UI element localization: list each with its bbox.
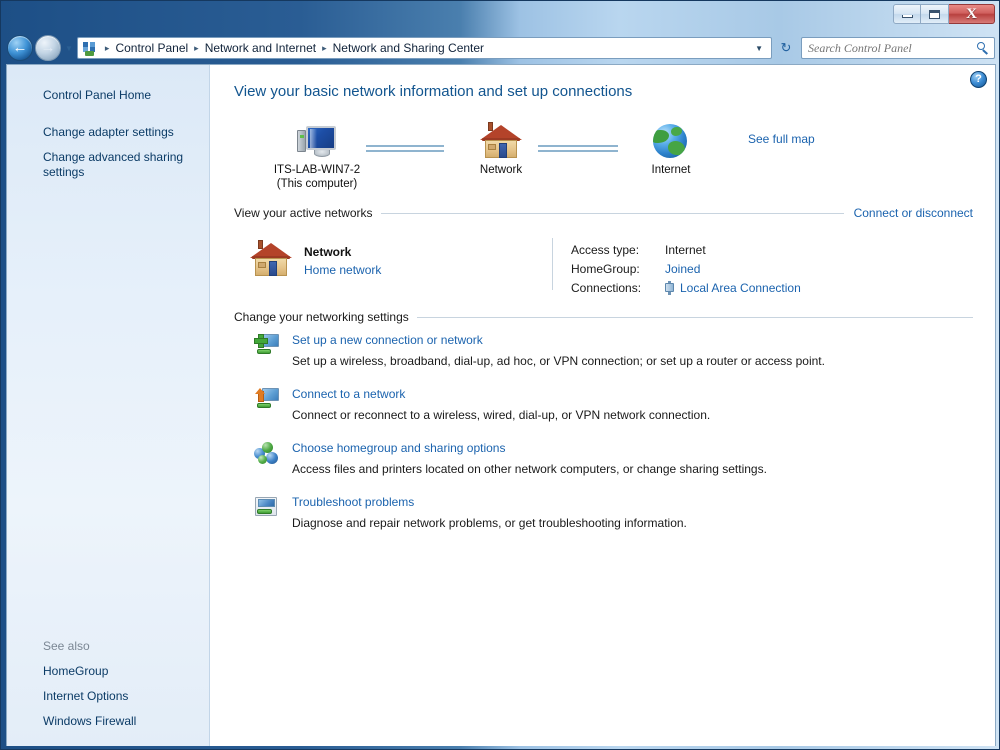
computer-icon [252, 118, 382, 160]
address-toolbar: ← → ▼ ▸ Control Panel ▸ Network and Inte… [1, 32, 999, 64]
house-icon [250, 240, 292, 278]
house-icon [446, 118, 556, 160]
setting-link[interactable]: Set up a new connection or network [292, 332, 825, 349]
setting-link[interactable]: Choose homegroup and sharing options [292, 440, 767, 457]
sidebar-item-change-advanced-sharing-settings[interactable]: Change advanced sharing settings [7, 145, 209, 185]
breadcrumb-network-and-sharing-center[interactable]: Network and Sharing Center [331, 40, 486, 56]
setting-description: Access files and printers located on oth… [292, 462, 767, 476]
address-dropdown-chevron-down-icon[interactable]: ▼ [749, 44, 769, 53]
active-network-type-link[interactable]: Home network [304, 261, 552, 279]
active-network-row: Network Home network Access type: Intern… [234, 228, 973, 300]
network-map: ITS-LAB-WIN7-2 (This computer) Network I… [234, 118, 973, 196]
property-value: Internet [665, 242, 706, 257]
see-also-title: See also [43, 639, 90, 653]
header-rule [416, 316, 973, 318]
forward-button[interactable]: → [35, 35, 61, 61]
breadcrumb-control-panel[interactable]: Control Panel [113, 40, 190, 56]
networking-settings-heading: Change your networking settings [234, 310, 409, 324]
sidebar-item-homegroup[interactable]: HomeGroup [7, 659, 209, 684]
minimize-icon [901, 15, 913, 18]
connect-network-icon [254, 386, 288, 412]
refresh-icon: ↻ [780, 40, 792, 55]
map-computer-name: ITS-LAB-WIN7-2 [273, 164, 361, 176]
property-row-access-type: Access type: Internet [571, 240, 801, 259]
setting-item-connect-to-network[interactable]: Connect to a network Connect or reconnec… [254, 386, 973, 424]
map-network-label: Network [479, 164, 523, 176]
title-bar: X [1, 1, 999, 32]
map-internet-label: Internet [651, 164, 691, 176]
close-icon: X [966, 5, 977, 22]
active-networks-heading: View your active networks [234, 206, 373, 220]
breadcrumb-network-and-internet[interactable]: Network and Internet [203, 40, 318, 56]
close-button[interactable]: X [949, 4, 995, 24]
globe-icon [616, 118, 726, 160]
setting-item-troubleshoot[interactable]: Troubleshoot problems Diagnose and repai… [254, 494, 973, 532]
active-network-names: Network Home network [304, 236, 552, 279]
window-content: Control Panel Home Change adapter settin… [6, 64, 996, 746]
setting-description: Diagnose and repair network problems, or… [292, 516, 687, 530]
back-button[interactable]: ← [7, 35, 33, 61]
property-row-homegroup: HomeGroup: Joined [571, 259, 801, 278]
main-pane: ? View your basic network information an… [210, 65, 995, 746]
minimize-button[interactable] [893, 4, 921, 24]
search-input[interactable] [808, 40, 977, 56]
property-label: Connections: [571, 280, 642, 295]
see-also-section: See also HomeGroup Internet Options Wind… [7, 636, 209, 734]
maximize-icon [929, 9, 940, 19]
sidebar-item-windows-firewall[interactable]: Windows Firewall [7, 709, 209, 734]
map-computer-subtitle: (This computer) [276, 178, 358, 190]
map-node-computer[interactable]: ITS-LAB-WIN7-2 (This computer) [252, 118, 382, 191]
networking-settings-header: Change your networking settings [234, 310, 973, 324]
header-rule [380, 212, 844, 214]
local-area-connection-link[interactable]: Local Area Connection [680, 281, 801, 295]
help-icon[interactable]: ? [970, 71, 987, 88]
setting-link[interactable]: Troubleshoot problems [292, 494, 687, 511]
property-label: Access type: [571, 242, 640, 257]
address-bar[interactable]: ▸ Control Panel ▸ Network and Internet ▸… [76, 37, 772, 59]
forward-arrow-icon: → [40, 39, 56, 56]
back-arrow-icon: ← [12, 39, 28, 56]
breadcrumb-separator-icon: ▸ [322, 42, 327, 53]
sidebar-item-control-panel-home[interactable]: Control Panel Home [7, 83, 209, 108]
setting-item-homegroup-sharing[interactable]: Choose homegroup and sharing options Acc… [254, 440, 973, 478]
page-title: View your basic network information and … [234, 83, 633, 100]
troubleshoot-icon [254, 494, 288, 520]
search-box[interactable] [801, 37, 995, 59]
window-controls: X [893, 4, 995, 24]
active-networks-header: View your active networks Connect or dis… [234, 206, 973, 220]
maximize-button[interactable] [921, 4, 949, 24]
map-node-internet[interactable]: Internet [616, 118, 726, 177]
refresh-button[interactable]: ↻ [775, 37, 797, 59]
connect-or-disconnect-link[interactable]: Connect or disconnect [844, 206, 973, 220]
recent-pages-chevron-down-icon[interactable]: ▼ [65, 44, 73, 53]
setting-description: Set up a wireless, broadband, dial-up, a… [292, 354, 825, 368]
networking-settings-list: Set up a new connection or network Set u… [234, 332, 973, 532]
active-network-name: Network [304, 245, 352, 259]
setting-link[interactable]: Connect to a network [292, 386, 710, 403]
search-icon [977, 41, 990, 55]
breadcrumb-separator-icon: ▸ [104, 42, 110, 53]
homegroup-icon [254, 440, 288, 466]
breadcrumb-separator-icon: ▸ [194, 42, 199, 53]
sidebar-item-internet-options[interactable]: Internet Options [7, 684, 209, 709]
active-network-properties: Access type: Internet HomeGroup: Joined … [553, 236, 801, 297]
network-sharing-center-window: X ← → ▼ ▸ Control Panel ▸ Network and In… [0, 0, 1000, 750]
see-full-map-link[interactable]: See full map [748, 132, 815, 146]
control-panel-icon [82, 41, 98, 56]
property-label: HomeGroup: [571, 261, 640, 276]
sidebar: Control Panel Home Change adapter settin… [7, 65, 210, 746]
setting-description: Connect or reconnect to a wireless, wire… [292, 408, 711, 422]
setting-item-set-up-connection[interactable]: Set up a new connection or network Set u… [254, 332, 973, 370]
sidebar-item-change-adapter-settings[interactable]: Change adapter settings [7, 120, 209, 145]
new-connection-icon [254, 332, 288, 358]
map-node-network[interactable]: Network [446, 118, 556, 177]
ethernet-connector-icon [665, 281, 674, 295]
homegroup-joined-link[interactable]: Joined [665, 262, 700, 276]
property-row-connections: Connections: Local Area Connection [571, 278, 801, 297]
